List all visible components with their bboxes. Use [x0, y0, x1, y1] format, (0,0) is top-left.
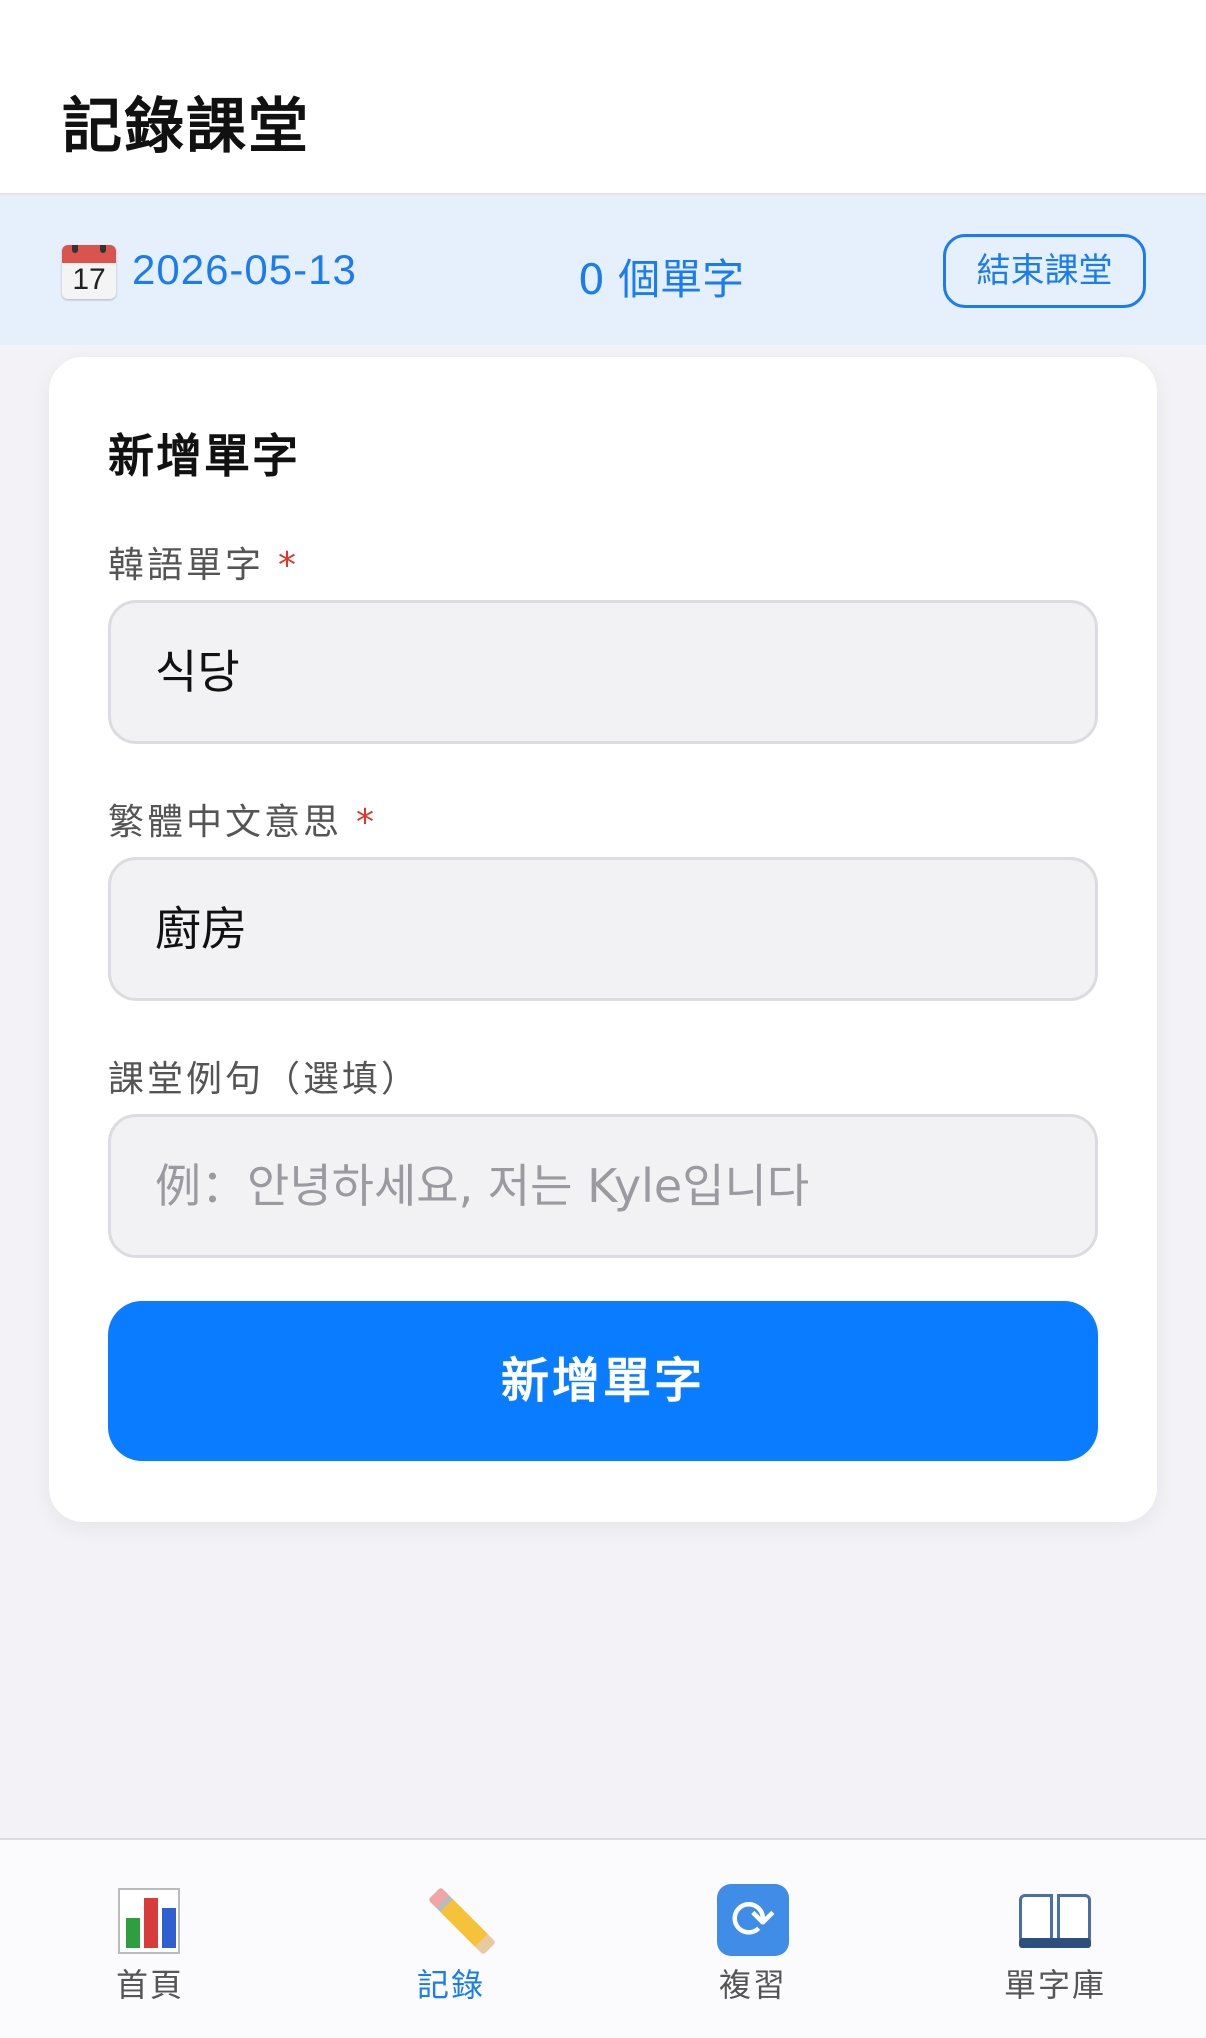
calendar-icon: 17	[62, 245, 116, 299]
add-word-button[interactable]: 新增單字	[108, 1301, 1098, 1461]
required-mark: *	[278, 545, 300, 586]
example-sentence-input[interactable]: 例：안녕하세요, 저는 Kyle입니다	[108, 1114, 1098, 1258]
end-class-button[interactable]: 結束課堂	[943, 234, 1146, 308]
tab-label: 單字庫	[1003, 1966, 1106, 2004]
book-icon	[1019, 1894, 1091, 1948]
page-title: 記錄課堂	[62, 92, 310, 162]
word-count: 0 個單字	[578, 255, 745, 304]
tab-home[interactable]: 首頁	[50, 1880, 250, 2006]
app-screen: 記錄課堂 17 2026-05-13 0 個單字 結束課堂 新增單字 韓語單字 *…	[0, 0, 1206, 2038]
bar-chart-icon	[118, 1888, 180, 1954]
example-sentence-label: 課堂例句（選填）	[108, 1059, 421, 1100]
tab-label: 記錄	[416, 1966, 485, 2004]
tab-word-bank[interactable]: 單字庫	[955, 1880, 1155, 2006]
card-title: 新增單字	[108, 429, 300, 483]
tab-label: 首頁	[115, 1966, 184, 2004]
pencil-icon	[428, 1887, 496, 1955]
calendar-day: 17	[72, 263, 106, 296]
korean-word-input[interactable]: 식당	[108, 600, 1098, 744]
korean-word-label: 韓語單字 *	[108, 545, 300, 586]
refresh-icon: ⟳	[717, 1884, 789, 1956]
session-date: 2026-05-13	[132, 246, 357, 293]
required-mark: *	[356, 802, 378, 843]
tab-review[interactable]: ⟳ 複習	[653, 1880, 853, 2006]
chinese-meaning-input[interactable]: 廚房	[108, 857, 1098, 1001]
chinese-meaning-label: 繁體中文意思 *	[108, 802, 378, 843]
header: 記錄課堂	[0, 0, 1206, 195]
tab-label: 複習	[718, 1966, 787, 2004]
tab-record[interactable]: 記錄	[351, 1880, 551, 2006]
